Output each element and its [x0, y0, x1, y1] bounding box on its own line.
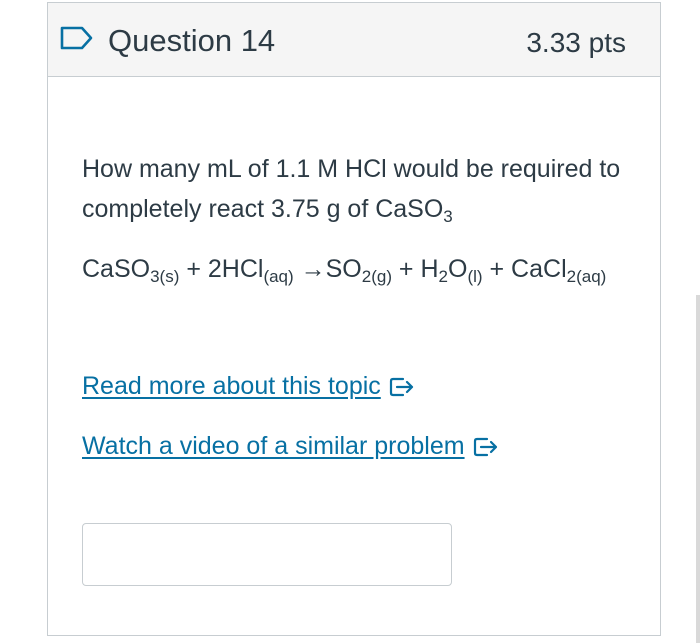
- eq-product-3: + CaCl: [482, 255, 567, 283]
- eq-reactant-2: + 2HCl: [179, 255, 264, 283]
- external-link-icon: [389, 377, 413, 397]
- eq-reactant-2-sub: (aq): [263, 267, 294, 286]
- bookmark-flag-icon[interactable]: [60, 26, 94, 50]
- answer-input[interactable]: [82, 523, 452, 586]
- read-more-link[interactable]: Read more about this topic: [82, 369, 415, 403]
- question-title: Question 14: [108, 23, 276, 58]
- watch-video-link-label: Watch a video of a similar problem: [82, 432, 465, 460]
- question-text: How many mL of 1.1 M HCl would be requir…: [82, 149, 642, 229]
- question-text-subscript: 3: [443, 207, 453, 226]
- question-text-main: How many mL of 1.1 M HCl would be requir…: [82, 155, 621, 223]
- eq-product-1-sub: 2(g): [361, 267, 392, 286]
- page-edge-divider: [696, 295, 700, 643]
- eq-product-2b-sub: (l): [467, 267, 483, 286]
- question-header: Question 14 3.33 pts: [48, 3, 660, 77]
- eq-product-2: + H: [391, 255, 439, 283]
- external-link-icon: [473, 437, 497, 457]
- eq-product-2b: O: [448, 255, 468, 283]
- eq-product-2-sub: 2: [438, 267, 448, 286]
- watch-video-link[interactable]: Watch a video of a similar problem: [82, 429, 499, 463]
- question-points: 3.33 pts: [526, 27, 626, 58]
- question-card: Question 14 3.33 pts How many mL of 1.1 …: [47, 2, 661, 636]
- chemical-equation: CaSO3(s) + 2HCl(aq) →SO2(g) + H2O(l) + C…: [82, 251, 606, 287]
- eq-reactant-1: CaSO: [82, 255, 151, 283]
- eq-reactant-1-sub: 3(s): [150, 267, 180, 286]
- eq-product-1: →SO: [293, 255, 362, 283]
- eq-product-3-sub: 2(aq): [566, 267, 607, 286]
- read-more-link-label: Read more about this topic: [82, 372, 381, 400]
